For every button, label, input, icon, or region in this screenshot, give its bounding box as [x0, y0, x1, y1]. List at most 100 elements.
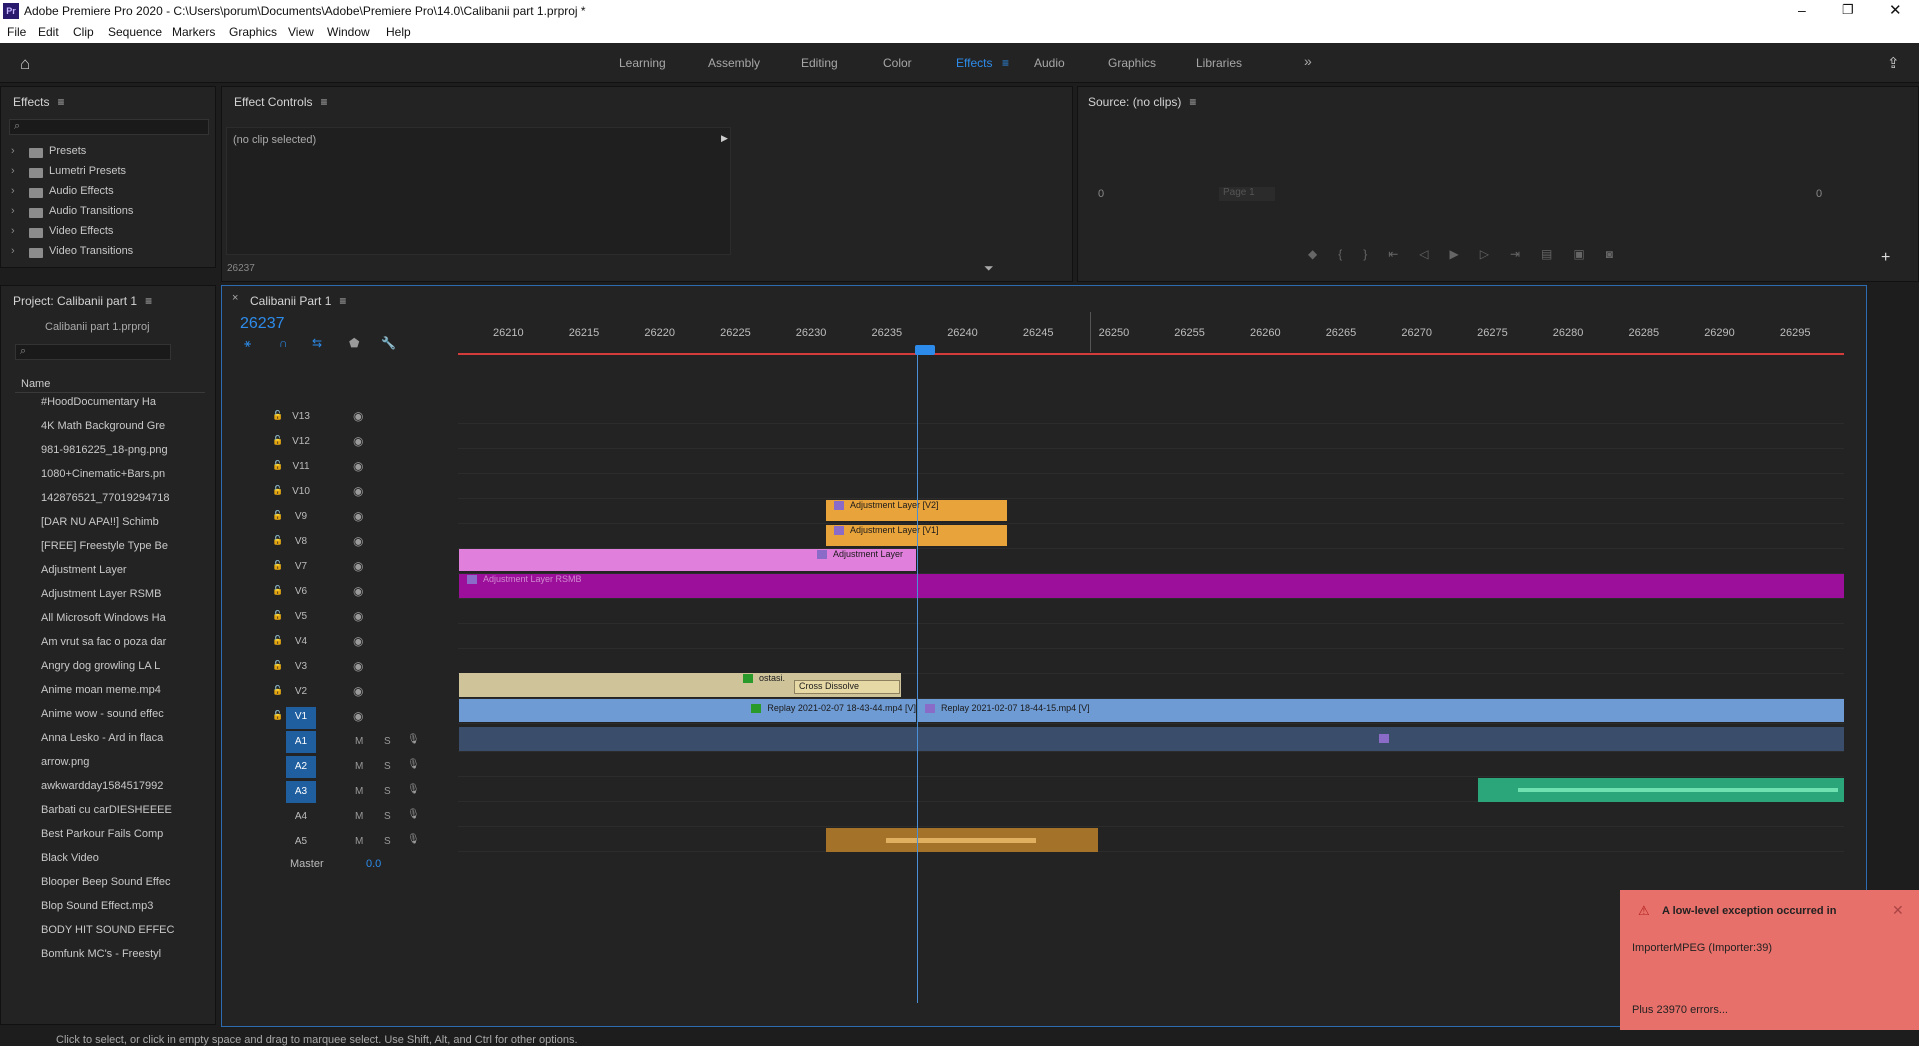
- eye-icon[interactable]: ◉: [353, 459, 363, 473]
- eye-icon[interactable]: ◉: [353, 559, 363, 573]
- menu-sequence[interactable]: Sequence: [108, 25, 162, 39]
- project-item[interactable]: 142876521_77019294718: [41, 492, 201, 516]
- transition-cross-dissolve[interactable]: Cross Dissolve: [794, 680, 900, 694]
- solo-button[interactable]: S: [384, 761, 391, 772]
- menu-clip[interactable]: Clip: [73, 25, 94, 39]
- clip-adjustment-layer[interactable]: Adjustment Layer: [459, 549, 916, 571]
- track-label[interactable]: V2: [286, 686, 316, 697]
- track-label[interactable]: V6: [286, 586, 316, 597]
- lock-icon[interactable]: 🔓: [272, 510, 283, 521]
- mic-icon[interactable]: 🎙: [407, 834, 420, 845]
- track-label[interactable]: V13: [286, 411, 316, 422]
- eye-icon[interactable]: ◉: [353, 409, 363, 423]
- mic-icon[interactable]: 🎙: [407, 809, 420, 820]
- search-input[interactable]: ⌕: [9, 119, 209, 135]
- minimize-icon[interactable]: –: [1798, 2, 1806, 18]
- mute-button[interactable]: M: [355, 836, 363, 847]
- close-tab-icon[interactable]: ×: [232, 292, 238, 304]
- track-label[interactable]: V1: [286, 707, 316, 729]
- lock-icon[interactable]: 🔓: [272, 485, 283, 496]
- project-item[interactable]: Adjustment Layer RSMB: [41, 588, 201, 612]
- playhead-handle[interactable]: [915, 345, 935, 355]
- track-label[interactable]: A2: [286, 756, 316, 778]
- project-item[interactable]: Anime moan meme.mp4: [41, 684, 201, 708]
- video-track[interactable]: [458, 524, 1844, 549]
- filter-icon[interactable]: ⏷: [984, 261, 994, 276]
- lock-icon[interactable]: 🔓: [272, 435, 283, 446]
- audio-track[interactable]: [458, 827, 1844, 852]
- solo-button[interactable]: S: [384, 786, 391, 797]
- tree-item-video-transitions[interactable]: › Video Transitions: [11, 245, 201, 265]
- audio-track[interactable]: [458, 752, 1844, 777]
- eye-icon[interactable]: ◉: [353, 684, 363, 698]
- project-item[interactable]: #HoodDocumentary Ha: [41, 396, 201, 420]
- project-item[interactable]: Barbati cu carDIESHEEEE: [41, 804, 201, 828]
- lock-icon[interactable]: 🔓: [272, 560, 283, 571]
- video-track[interactable]: [458, 599, 1844, 624]
- project-item[interactable]: Bomfunk MC's - Freestyl: [41, 948, 201, 972]
- menu-window[interactable]: Window: [327, 25, 370, 39]
- tree-item-lumetri[interactable]: › Lumetri Presets: [11, 165, 201, 185]
- solo-button[interactable]: S: [384, 736, 391, 747]
- menu-view[interactable]: View: [288, 25, 314, 39]
- menu-icon[interactable]: ≡: [1002, 56, 1009, 70]
- project-item[interactable]: Black Video: [41, 852, 201, 876]
- mute-button[interactable]: M: [355, 761, 363, 772]
- tab-color[interactable]: Color: [883, 56, 912, 70]
- eye-icon[interactable]: ◉: [353, 709, 363, 723]
- audio-clip-a5[interactable]: [826, 828, 1098, 852]
- project-list[interactable]: #HoodDocumentary Ha 4K Math Background Gr…: [1, 396, 211, 976]
- project-item[interactable]: 1080+Cinematic+Bars.pn: [41, 468, 201, 492]
- track-label[interactable]: V8: [286, 536, 316, 547]
- lock-icon[interactable]: 🔓: [272, 660, 283, 671]
- tab-graphics[interactable]: Graphics: [1108, 56, 1156, 70]
- project-item[interactable]: Anna Lesko - Ard in flaca: [41, 732, 201, 756]
- clip-adjustment-rsmb[interactable]: Adjustment Layer RSMB: [459, 574, 1844, 598]
- clip-replay-1[interactable]: Replay 2021-02-07 18-43-44.mp4 [V]: [459, 699, 916, 722]
- add-icon[interactable]: +: [1881, 249, 1890, 267]
- lock-icon[interactable]: 🔓: [272, 685, 283, 696]
- home-icon[interactable]: ⌂: [20, 54, 30, 74]
- tree-item-video-effects[interactable]: › Video Effects: [11, 225, 201, 245]
- menu-file[interactable]: File: [7, 25, 26, 39]
- column-header-name[interactable]: Name: [21, 378, 50, 390]
- snap-icon[interactable]: ∩: [279, 336, 288, 350]
- track-label[interactable]: A1: [286, 731, 316, 753]
- project-item[interactable]: Angry dog growling LA L: [41, 660, 201, 684]
- project-item[interactable]: Best Parkour Fails Comp: [41, 828, 201, 852]
- overflow-icon[interactable]: »: [1304, 53, 1312, 69]
- tab-effects[interactable]: Effects: [956, 56, 992, 70]
- tree-item-presets[interactable]: › Presets: [11, 145, 201, 165]
- track-label[interactable]: V12: [286, 436, 316, 447]
- project-item[interactable]: Adjustment Layer: [41, 564, 201, 588]
- lock-icon[interactable]: 🔓: [272, 710, 283, 721]
- track-label[interactable]: A5: [286, 831, 316, 853]
- project-item[interactable]: Anime wow - sound effec: [41, 708, 201, 732]
- eye-icon[interactable]: ◉: [353, 534, 363, 548]
- eye-icon[interactable]: ◉: [353, 509, 363, 523]
- tree-item-audio-transitions[interactable]: › Audio Transitions: [11, 205, 201, 225]
- track-label[interactable]: V9: [286, 511, 316, 522]
- lock-icon[interactable]: 🔓: [272, 610, 283, 621]
- play-arrow-icon[interactable]: ▶: [721, 133, 728, 144]
- lock-icon[interactable]: 🔓: [272, 410, 283, 421]
- video-track[interactable]: [458, 499, 1844, 524]
- lock-icon[interactable]: 🔓: [272, 460, 283, 471]
- menu-markers[interactable]: Markers: [172, 25, 215, 39]
- solo-button[interactable]: S: [384, 811, 391, 822]
- audio-clip-a1[interactable]: [459, 727, 1844, 751]
- project-item[interactable]: arrow.png: [41, 756, 201, 780]
- track-label[interactable]: A4: [286, 806, 316, 828]
- project-item[interactable]: All Microsoft Windows Ha: [41, 612, 201, 636]
- project-item[interactable]: BODY HIT SOUND EFFEC: [41, 924, 201, 948]
- maximize-icon[interactable]: ❐: [1842, 2, 1854, 18]
- project-item[interactable]: 4K Math Background Gre: [41, 420, 201, 444]
- track-label[interactable]: V5: [286, 611, 316, 622]
- video-track[interactable]: [458, 474, 1844, 499]
- project-item[interactable]: [DAR NU APA!!] Schimb: [41, 516, 201, 540]
- lock-icon[interactable]: 🔓: [272, 635, 283, 646]
- eye-icon[interactable]: ◉: [353, 659, 363, 673]
- tab-libraries[interactable]: Libraries: [1196, 56, 1242, 70]
- linked-selection-icon[interactable]: ⇆: [312, 336, 322, 350]
- tree-item-audio-effects[interactable]: › Audio Effects: [11, 185, 201, 205]
